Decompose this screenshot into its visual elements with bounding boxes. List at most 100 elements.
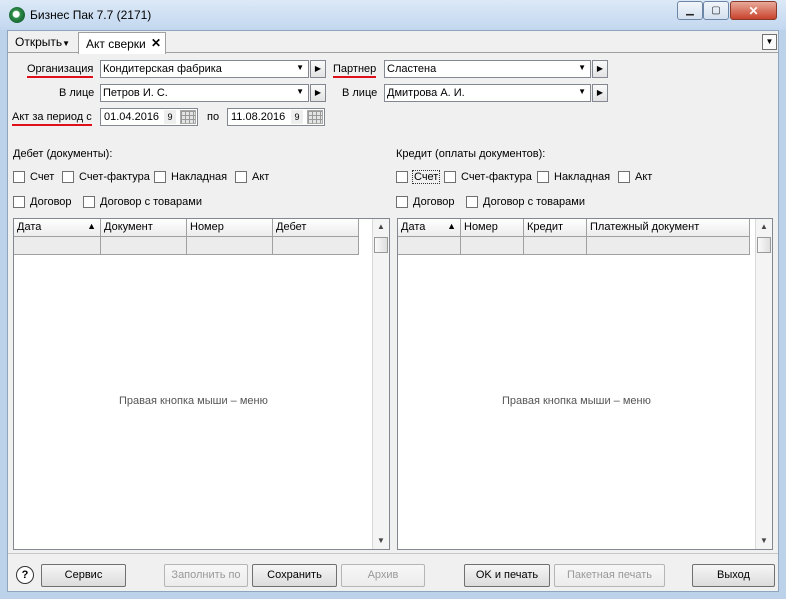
debit-checkbox-dogovor[interactable]: Договор (13, 196, 72, 208)
sort-ascending-icon: ▲ (447, 221, 456, 231)
main-window: Открыть▼ Акт сверки ✕ ▼ Организация Конд… (7, 30, 779, 592)
date-from-nine[interactable]: 9 (164, 110, 176, 124)
archive-button[interactable]: Архив (341, 564, 425, 587)
checkbox-icon[interactable] (466, 196, 478, 208)
checkbox-icon[interactable] (396, 196, 408, 208)
column-header-date[interactable]: Дата ▲ (398, 219, 461, 237)
partner-person-value: Дмитрова А. И. (387, 87, 465, 99)
org-combo[interactable]: Кондитерская фабрика ▼ (100, 60, 309, 78)
credit-checkbox-nakladnaya[interactable]: Накладная (537, 171, 610, 183)
service-button[interactable]: Сервис (41, 564, 126, 587)
checkbox-label: Договор с товарами (483, 196, 585, 208)
debit-checkbox-dogovor-tovary[interactable]: Договор с товарами (83, 196, 202, 208)
scroll-down-icon[interactable]: ▼ (373, 533, 389, 549)
column-header-number[interactable]: Номер (187, 219, 273, 237)
debit-checkbox-akt[interactable]: Акт (235, 171, 269, 183)
credit-checkbox-schet-faktura[interactable]: Счет-фактура (444, 171, 532, 183)
tab-label: Акт сверки (86, 37, 146, 51)
dropdown-arrow-icon[interactable]: ▼ (578, 63, 586, 72)
tab-act-sverki[interactable]: Акт сверки ✕ (78, 32, 166, 54)
credit-scrollbar[interactable]: ▲ ▼ (755, 219, 772, 549)
arrow-right-icon: ▶ (596, 64, 604, 73)
column-header-label: Дата (17, 221, 42, 233)
scroll-down-icon[interactable]: ▼ (756, 533, 772, 549)
checkbox-icon[interactable] (13, 196, 25, 208)
scroll-thumb[interactable] (757, 237, 771, 253)
checkbox-icon[interactable] (618, 171, 630, 183)
bottom-button-bar: ? Сервис Заполнить по Сохранить Архив OK… (8, 553, 778, 591)
partner-select-button[interactable]: ▶ (592, 60, 608, 78)
column-header-document[interactable]: Документ (101, 219, 187, 237)
scroll-thumb[interactable] (374, 237, 388, 253)
checkbox-icon[interactable] (537, 171, 549, 183)
arrow-right-icon: ▶ (314, 64, 322, 73)
partner-combo[interactable]: Сластена ▼ (384, 60, 591, 78)
checkbox-icon[interactable] (154, 171, 166, 183)
checkbox-label: Накладная (554, 171, 611, 183)
partner-person-combo[interactable]: Дмитрова А. И. ▼ (384, 84, 591, 102)
column-header-debit[interactable]: Дебет (273, 219, 359, 237)
ok-print-button[interactable]: OK и печать (464, 564, 550, 587)
dropdown-arrow-icon[interactable]: ▼ (296, 63, 304, 72)
save-button[interactable]: Сохранить (252, 564, 337, 587)
dropdown-arrow-icon: ▼ (62, 39, 71, 48)
partner-person-select-button[interactable]: ▶ (592, 84, 608, 102)
help-button[interactable]: ? (16, 566, 34, 584)
fill-button[interactable]: Заполнить по (164, 564, 248, 587)
checkbox-icon[interactable] (62, 171, 74, 183)
credit-checkbox-dogovor-tovary[interactable]: Договор с товарами (466, 196, 585, 208)
checkbox-label: Договор с товарами (100, 196, 202, 208)
checkbox-icon[interactable] (235, 171, 247, 183)
column-header-payment-document[interactable]: Платежный документ (587, 219, 750, 237)
debit-grid-header: Дата ▲ Документ Номер Дебет (14, 219, 359, 237)
close-window-button[interactable]: ✕ (730, 1, 777, 20)
partner-value: Сластена (387, 63, 437, 75)
date-to-nine[interactable]: 9 (291, 110, 303, 124)
calendar-icon[interactable] (307, 110, 323, 124)
open-menu[interactable]: Открыть▼ (15, 35, 70, 49)
calendar-icon[interactable] (180, 110, 196, 124)
exit-button[interactable]: Выход (692, 564, 775, 587)
checkbox-icon[interactable] (13, 171, 25, 183)
checkbox-label: Счет (30, 171, 55, 183)
credit-grid[interactable]: Дата ▲ Номер Кредит Платежный документ Пр… (397, 218, 773, 550)
org-person-combo[interactable]: Петров И. С. ▼ (100, 84, 309, 102)
credit-checkbox-schet[interactable]: Счет (396, 170, 441, 184)
scroll-up-icon[interactable]: ▲ (373, 219, 389, 235)
dropdown-arrow-icon[interactable]: ▼ (578, 87, 586, 96)
sort-ascending-icon: ▲ (87, 221, 96, 231)
debit-checkbox-schet[interactable]: Счет (13, 171, 54, 183)
checkbox-icon[interactable] (83, 196, 95, 208)
debit-checkbox-nakladnaya[interactable]: Накладная (154, 171, 227, 183)
debit-checkbox-schet-faktura[interactable]: Счет-фактура (62, 171, 150, 183)
credit-checkbox-akt[interactable]: Акт (618, 171, 652, 183)
column-header-date[interactable]: Дата ▲ (14, 219, 101, 237)
checkbox-label: Договор (413, 196, 455, 208)
table-row[interactable] (398, 237, 750, 255)
date-from-field[interactable]: 01.04.2016 9 (100, 108, 198, 126)
tab-list-dropdown[interactable]: ▼ (762, 34, 777, 50)
column-header-label: Номер (190, 221, 224, 233)
credit-checkbox-dogovor[interactable]: Договор (396, 196, 455, 208)
scroll-up-icon[interactable]: ▲ (756, 219, 772, 235)
org-person-select-button[interactable]: ▶ (310, 84, 326, 102)
debit-grid[interactable]: Дата ▲ Документ Номер Дебет Правая кнопка… (13, 218, 390, 550)
column-header-number[interactable]: Номер (461, 219, 524, 237)
batch-print-button[interactable]: Пакетная печать (554, 564, 665, 587)
date-to-field[interactable]: 11.08.2016 9 (227, 108, 325, 126)
minimize-button[interactable]: ▁ (677, 1, 703, 20)
table-row[interactable] (14, 237, 359, 255)
debit-scrollbar[interactable]: ▲ ▼ (372, 219, 389, 549)
dropdown-arrow-icon[interactable]: ▼ (296, 87, 304, 96)
close-icon: ✕ (748, 3, 759, 18)
close-tab-icon[interactable]: ✕ (151, 36, 161, 50)
org-select-button[interactable]: ▶ (310, 60, 326, 78)
maximize-button[interactable]: ▢ (703, 1, 729, 20)
checkbox-icon[interactable] (444, 171, 456, 183)
checkbox-icon[interactable] (396, 171, 408, 183)
partner-person-label: В лице (342, 87, 378, 99)
open-menu-label: Открыть (15, 35, 63, 49)
credit-grid-header: Дата ▲ Номер Кредит Платежный документ (398, 219, 750, 237)
checkbox-label: Акт (635, 171, 653, 183)
column-header-credit[interactable]: Кредит (524, 219, 587, 237)
